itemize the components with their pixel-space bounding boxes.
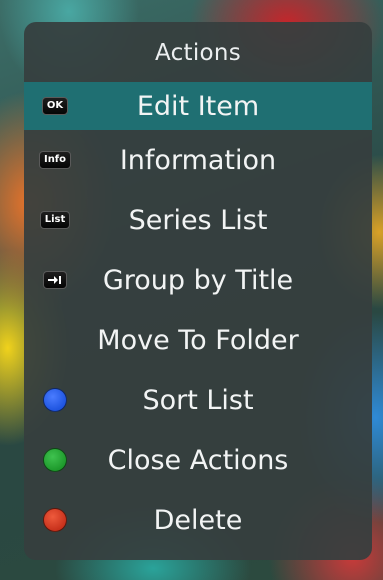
ok-key-label: OK [41,97,69,115]
menu-item-label: Move To Folder [97,324,299,356]
menu-item-information[interactable]: Info Information [24,130,372,190]
menu-item-close-actions[interactable]: Close Actions [24,430,372,490]
green-button-icon [38,448,72,472]
list-button-icon: List [38,208,72,232]
menu-item-label: Information [119,144,277,176]
tab-arrow-button-icon [38,268,72,292]
menu-item-sort-list[interactable]: Sort List [24,370,372,430]
menu-item-label: Sort List [142,384,254,416]
ok-button-icon: OK [38,94,72,118]
menu-item-label: Edit Item [136,90,260,122]
menu-item-label: Delete [153,504,243,536]
menu-item-move-to-folder[interactable]: Move To Folder [24,310,372,370]
list-key-label: List [39,211,71,229]
menu-item-label: Series List [128,204,268,236]
menu-item-edit-item[interactable]: OK Edit Item [24,82,372,130]
blue-button-icon [38,388,72,412]
screen: Actions OK Edit Item Info Information Li… [0,0,383,580]
info-key-label: Info [38,151,72,169]
menu-item-label: Group by Title [102,264,294,296]
menu-item-delete[interactable]: Delete [24,490,372,550]
actions-menu: Actions OK Edit Item Info Information Li… [24,22,372,560]
info-button-icon: Info [38,148,72,172]
action-list: OK Edit Item Info Information List Serie… [24,82,372,550]
red-button-icon [38,508,72,532]
menu-item-label: Close Actions [107,444,289,476]
menu-item-series-list[interactable]: List Series List [24,190,372,250]
menu-item-group-by-title[interactable]: Group by Title [24,250,372,310]
menu-title: Actions [154,40,242,66]
